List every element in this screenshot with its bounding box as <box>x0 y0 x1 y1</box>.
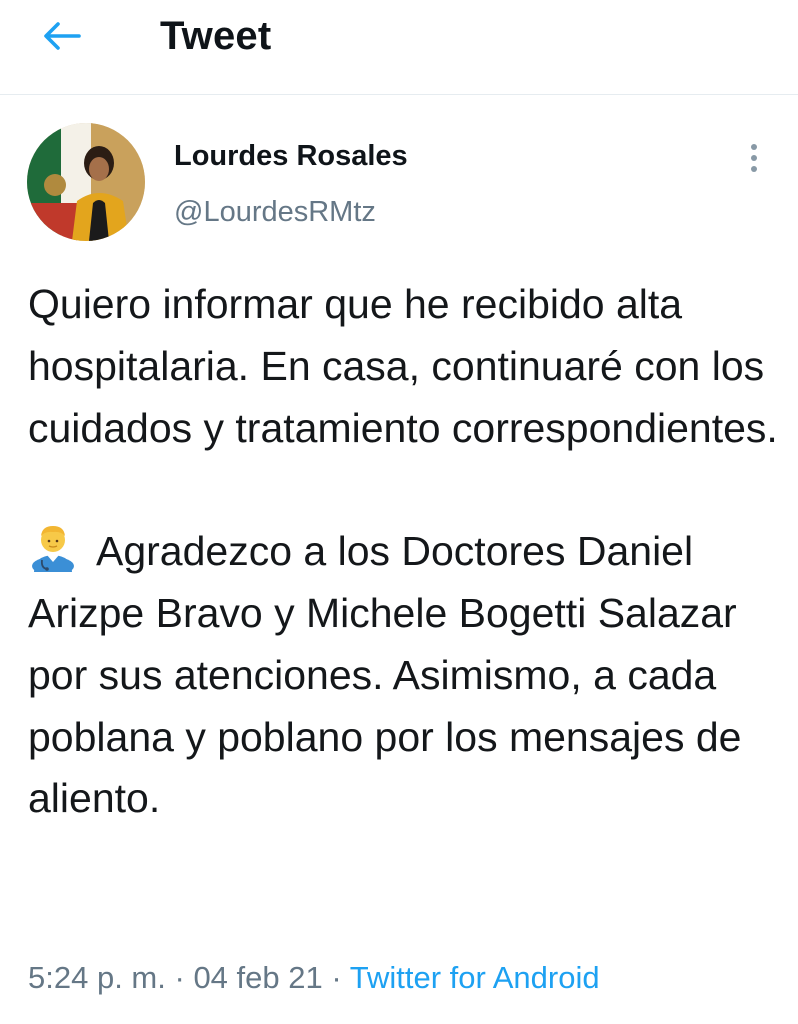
meta-separator: · <box>174 960 185 995</box>
health-worker-emoji-icon <box>32 526 74 573</box>
tweet-paragraph-text: Agradezco a los Doctores Daniel Arizpe B… <box>28 528 742 822</box>
top-bar: Tweet <box>0 0 798 95</box>
tweet-time: 5:24 p. m. <box>28 960 166 995</box>
more-options-button[interactable] <box>738 140 770 176</box>
author-name[interactable]: Lourdes Rosales <box>174 138 408 174</box>
tweet-date: 04 feb 21 <box>193 960 323 995</box>
back-button[interactable] <box>38 14 86 58</box>
tweet-paragraph: Quiero informar que he recibido alta hos… <box>28 281 778 451</box>
meta-separator: · <box>331 960 342 995</box>
more-vertical-icon <box>751 155 757 161</box>
more-vertical-icon <box>751 144 757 150</box>
tweet-source-link[interactable]: Twitter for Android <box>350 960 600 995</box>
tweet-metadata: 5:24 p. m. · 04 feb 21 · Twitter for And… <box>28 958 600 998</box>
tweet-paragraph: Agradezco a los Doctores Daniel Arizpe B… <box>28 521 788 830</box>
avatar[interactable] <box>27 123 145 241</box>
more-vertical-icon <box>751 166 757 172</box>
tweet-text: Quiero informar que he recibido alta hos… <box>28 274 788 830</box>
author-handle[interactable]: @LourdesRMtz <box>174 194 376 230</box>
page-title: Tweet <box>160 14 272 58</box>
profile-photo <box>27 123 145 241</box>
arrow-left-icon <box>44 22 81 50</box>
